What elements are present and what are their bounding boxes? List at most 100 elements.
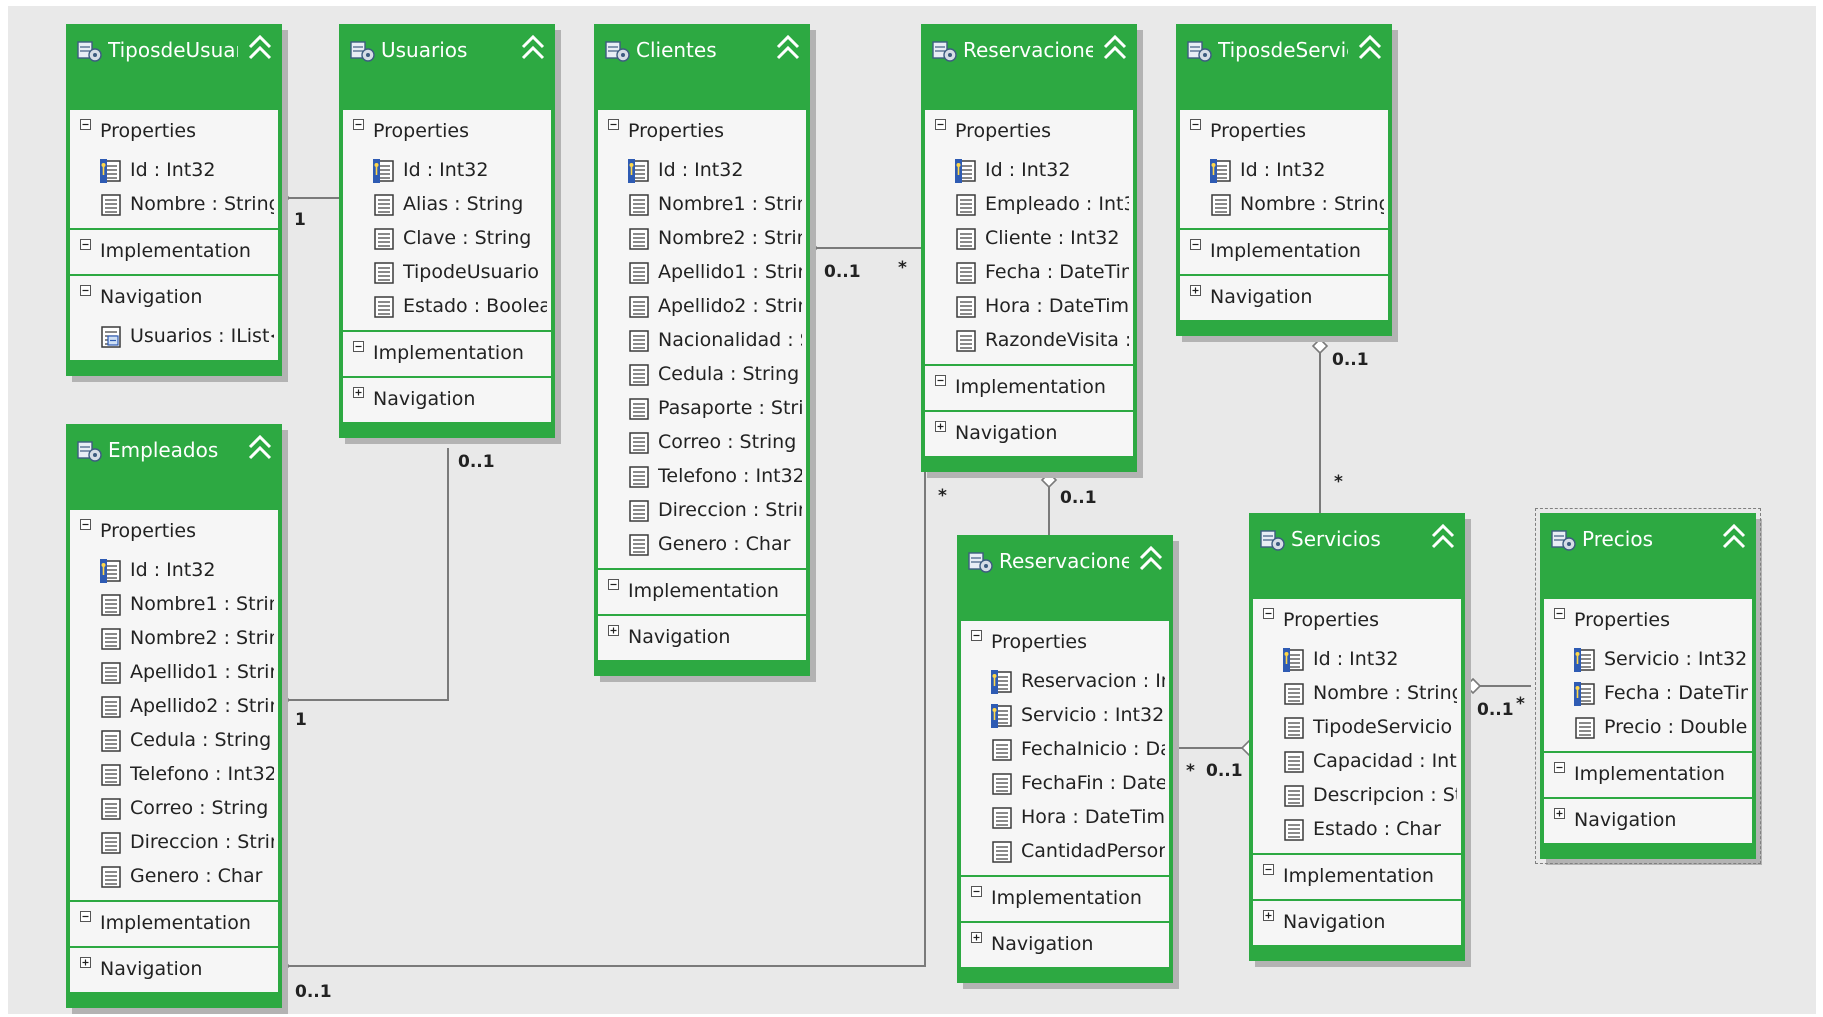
property-row[interactable]: Nombre : String <box>1253 677 1461 711</box>
property-row[interactable]: Cedula : String <box>70 724 278 758</box>
entity-header[interactable]: TiposdeUsuarios <box>66 24 282 110</box>
expand-plus-icon[interactable] <box>80 957 91 968</box>
property-row[interactable]: Nacionalidad : S... <box>598 324 806 358</box>
collapse-minus-icon[interactable] <box>608 579 619 590</box>
collapse-minus-icon[interactable] <box>935 375 946 386</box>
collapse-minus-icon[interactable] <box>1554 762 1565 773</box>
collapse-minus-icon[interactable] <box>971 630 982 641</box>
collapse-minus-icon[interactable] <box>353 341 364 352</box>
association-line[interactable] <box>282 448 449 701</box>
section-header[interactable]: Navigation <box>1253 901 1461 945</box>
section-header[interactable]: Implementation <box>70 902 278 946</box>
property-row[interactable]: Fecha : DateTime <box>925 256 1133 290</box>
section-header[interactable]: Navigation <box>70 948 278 992</box>
collapse-minus-icon[interactable] <box>971 886 982 897</box>
property-row[interactable]: Descripcion : Str... <box>1253 779 1461 813</box>
property-row[interactable]: Id : Int32 <box>1180 154 1388 188</box>
property-row[interactable]: Empleado : Int32 <box>925 188 1133 222</box>
collapse-chevron-icon[interactable] <box>774 33 802 63</box>
section-header[interactable]: Properties <box>598 110 806 154</box>
property-row[interactable]: Cliente : Int32 <box>925 222 1133 256</box>
property-row[interactable]: Id : Int32 <box>925 154 1133 188</box>
section-header[interactable]: Navigation <box>1180 276 1388 320</box>
property-row[interactable]: Alias : String <box>343 188 551 222</box>
section-header[interactable]: Properties <box>70 110 278 154</box>
entity-header[interactable]: Reservaciones <box>921 24 1137 110</box>
association-0[interactable] <box>273 189 339 207</box>
collapse-minus-icon[interactable] <box>80 911 91 922</box>
section-header[interactable]: Implementation <box>925 366 1133 410</box>
property-row[interactable]: Servicio : Int32 <box>1544 643 1752 677</box>
property-row[interactable]: TipodeUsuario :... <box>343 256 551 290</box>
association-1[interactable] <box>273 448 449 709</box>
property-row[interactable]: Nombre : String <box>1180 188 1388 222</box>
property-row[interactable]: Direccion : String <box>70 826 278 860</box>
property-row[interactable]: Reservacion : Int... <box>961 665 1169 699</box>
collapse-chevron-icon[interactable] <box>1101 33 1129 63</box>
entity-header[interactable]: Reservaciones... <box>957 535 1173 621</box>
collapse-minus-icon[interactable] <box>1190 119 1201 130</box>
property-row[interactable]: Hora : DateTime <box>925 290 1133 324</box>
section-header[interactable]: Implementation <box>1544 753 1752 797</box>
property-row[interactable]: Direccion : String <box>598 494 806 528</box>
section-header[interactable]: Properties <box>1180 110 1388 154</box>
property-row[interactable]: RazondeVisita :... <box>925 324 1133 358</box>
entity-empleados[interactable]: Empleados Properties Id : Int32 Nombre1 : S… <box>66 424 282 1008</box>
property-row[interactable]: Correo : String <box>598 426 806 460</box>
section-header[interactable]: Navigation <box>343 378 551 422</box>
entity-servicios[interactable]: Servicios Properties Id : Int32 Nombre : St… <box>1249 513 1465 961</box>
property-row[interactable]: Estado : Boolean <box>343 290 551 324</box>
property-row[interactable]: Id : Int32 <box>70 554 278 588</box>
section-header[interactable]: Properties <box>343 110 551 154</box>
expand-plus-icon[interactable] <box>935 421 946 432</box>
entity-clientes[interactable]: Clientes Properties Id : Int32 Nombre1 : St… <box>594 24 810 676</box>
entity-usuarios[interactable]: Usuarios Properties Id : Int32 Alias : Stri… <box>339 24 555 438</box>
association-2[interactable] <box>801 239 921 257</box>
property-row[interactable]: Nombre2 : String <box>598 222 806 256</box>
section-header[interactable]: Implementation <box>961 877 1169 921</box>
navigation-property[interactable]: Usuarios : IList<... <box>70 320 278 354</box>
property-row[interactable]: CantidadPerson... <box>961 835 1169 869</box>
property-row[interactable]: Nombre2 : String <box>70 622 278 656</box>
collapse-minus-icon[interactable] <box>80 239 91 250</box>
entity-tiposdeusuarios[interactable]: TiposdeUsuarios Properties Id : Int32 Nombr… <box>66 24 282 376</box>
entity-header[interactable]: Clientes <box>594 24 810 110</box>
property-row[interactable]: Id : Int32 <box>343 154 551 188</box>
section-header[interactable]: Navigation <box>925 412 1133 456</box>
property-row[interactable]: Telefono : Int32 <box>70 758 278 792</box>
expand-plus-icon[interactable] <box>971 932 982 943</box>
property-row[interactable]: Nombre1 : String <box>70 588 278 622</box>
entity-header[interactable]: Usuarios <box>339 24 555 110</box>
expand-plus-icon[interactable] <box>1554 808 1565 819</box>
collapse-minus-icon[interactable] <box>80 119 91 130</box>
section-header[interactable]: Properties <box>925 110 1133 154</box>
property-row[interactable]: Apellido2 : String <box>70 690 278 724</box>
property-row[interactable]: TipodeServicio :... <box>1253 711 1461 745</box>
section-header[interactable]: Properties <box>1544 599 1752 643</box>
entity-header[interactable]: Precios <box>1540 513 1756 599</box>
section-header[interactable]: Implementation <box>1180 230 1388 274</box>
property-row[interactable]: Id : Int32 <box>598 154 806 188</box>
collapse-minus-icon[interactable] <box>80 285 91 296</box>
collapse-chevron-icon[interactable] <box>519 33 547 63</box>
property-row[interactable]: Pasaporte : String <box>598 392 806 426</box>
expand-plus-icon[interactable] <box>353 387 364 398</box>
collapse-chevron-icon[interactable] <box>1720 522 1748 552</box>
collapse-chevron-icon[interactable] <box>1137 544 1165 574</box>
section-header[interactable]: Navigation <box>961 923 1169 967</box>
property-row[interactable]: Precio : Double <box>1544 711 1752 745</box>
property-row[interactable]: Hora : DateTime <box>961 801 1169 835</box>
property-row[interactable]: Estado : Char <box>1253 813 1461 847</box>
property-row[interactable]: FechaInicio : Dat... <box>961 733 1169 767</box>
property-row[interactable]: Nombre1 : String <box>598 188 806 222</box>
property-row[interactable]: Correo : String <box>70 792 278 826</box>
collapse-chevron-icon[interactable] <box>1429 522 1457 552</box>
entity-precios[interactable]: Precios Properties Servicio : Int32 Fecha :… <box>1535 508 1761 864</box>
property-row[interactable]: FechaFin : DateT... <box>961 767 1169 801</box>
section-header[interactable]: Navigation <box>598 616 806 660</box>
property-row[interactable]: Id : Int32 <box>1253 643 1461 677</box>
collapse-chevron-icon[interactable] <box>246 433 274 463</box>
collapse-minus-icon[interactable] <box>1554 608 1565 619</box>
section-header[interactable]: Implementation <box>598 570 806 614</box>
expand-plus-icon[interactable] <box>1190 285 1201 296</box>
